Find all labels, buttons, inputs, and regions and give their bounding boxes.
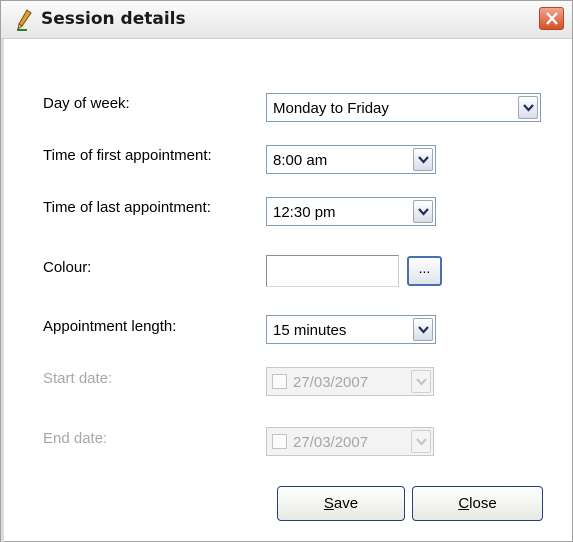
- window-border: [1, 39, 4, 542]
- close-mnemonic: C: [458, 495, 470, 512]
- end-date-checkbox[interactable]: [272, 434, 287, 449]
- appointment-length-label: Appointment length:: [43, 318, 177, 335]
- dropdown-button[interactable]: [413, 200, 433, 223]
- dropdown-button[interactable]: [413, 148, 433, 171]
- day-of-week-value: Monday to Friday: [273, 100, 389, 117]
- title-bar[interactable]: Session details: [1, 1, 572, 39]
- chevron-down-icon: [418, 156, 429, 164]
- close-window-button[interactable]: [539, 7, 564, 30]
- last-appointment-select[interactable]: 12:30 pm: [266, 197, 436, 226]
- colour-label: Colour:: [43, 259, 92, 276]
- colour-picker-button[interactable]: ...: [407, 256, 442, 286]
- save-label: ave: [333, 495, 359, 512]
- close-label: lose: [469, 495, 497, 512]
- chevron-down-icon: [523, 104, 534, 112]
- save-mnemonic: S: [323, 495, 334, 512]
- end-date-label: End date:: [43, 430, 108, 447]
- last-appointment-value: 12:30 pm: [273, 204, 336, 221]
- dropdown-button[interactable]: [411, 430, 431, 453]
- chevron-down-icon: [416, 378, 427, 386]
- dropdown-button[interactable]: [518, 96, 538, 119]
- chevron-down-icon: [418, 208, 429, 216]
- pencil-icon: [15, 9, 33, 31]
- day-of-week-select[interactable]: Monday to Friday: [266, 93, 541, 122]
- start-date-checkbox[interactable]: [272, 374, 287, 389]
- colour-field[interactable]: [266, 255, 399, 287]
- last-appointment-label: Time of last appointment:: [43, 199, 211, 216]
- dropdown-button[interactable]: [411, 370, 431, 393]
- start-date-label: Start date:: [43, 370, 113, 387]
- save-button[interactable]: Save: [277, 486, 405, 521]
- appointment-length-value: 15 minutes: [273, 322, 347, 339]
- first-appointment-select[interactable]: 8:00 am: [266, 145, 436, 174]
- close-button[interactable]: Close: [412, 486, 543, 521]
- start-date-picker[interactable]: 27/03/2007: [266, 367, 434, 396]
- first-appointment-label: Time of first appointment:: [43, 147, 212, 164]
- end-date-value: 27/03/2007: [293, 434, 369, 451]
- start-date-value: 27/03/2007: [293, 374, 369, 391]
- first-appointment-value: 8:00 am: [273, 152, 328, 169]
- day-of-week-label: Day of week:: [43, 95, 130, 112]
- chevron-down-icon: [416, 438, 427, 446]
- session-details-dialog: Session details Day of week: Monday to F…: [0, 0, 573, 542]
- dropdown-button[interactable]: [413, 318, 433, 341]
- end-date-picker[interactable]: 27/03/2007: [266, 427, 434, 456]
- appointment-length-select[interactable]: 15 minutes: [266, 315, 436, 344]
- chevron-down-icon: [418, 326, 429, 334]
- window-title: Session details: [41, 9, 186, 29]
